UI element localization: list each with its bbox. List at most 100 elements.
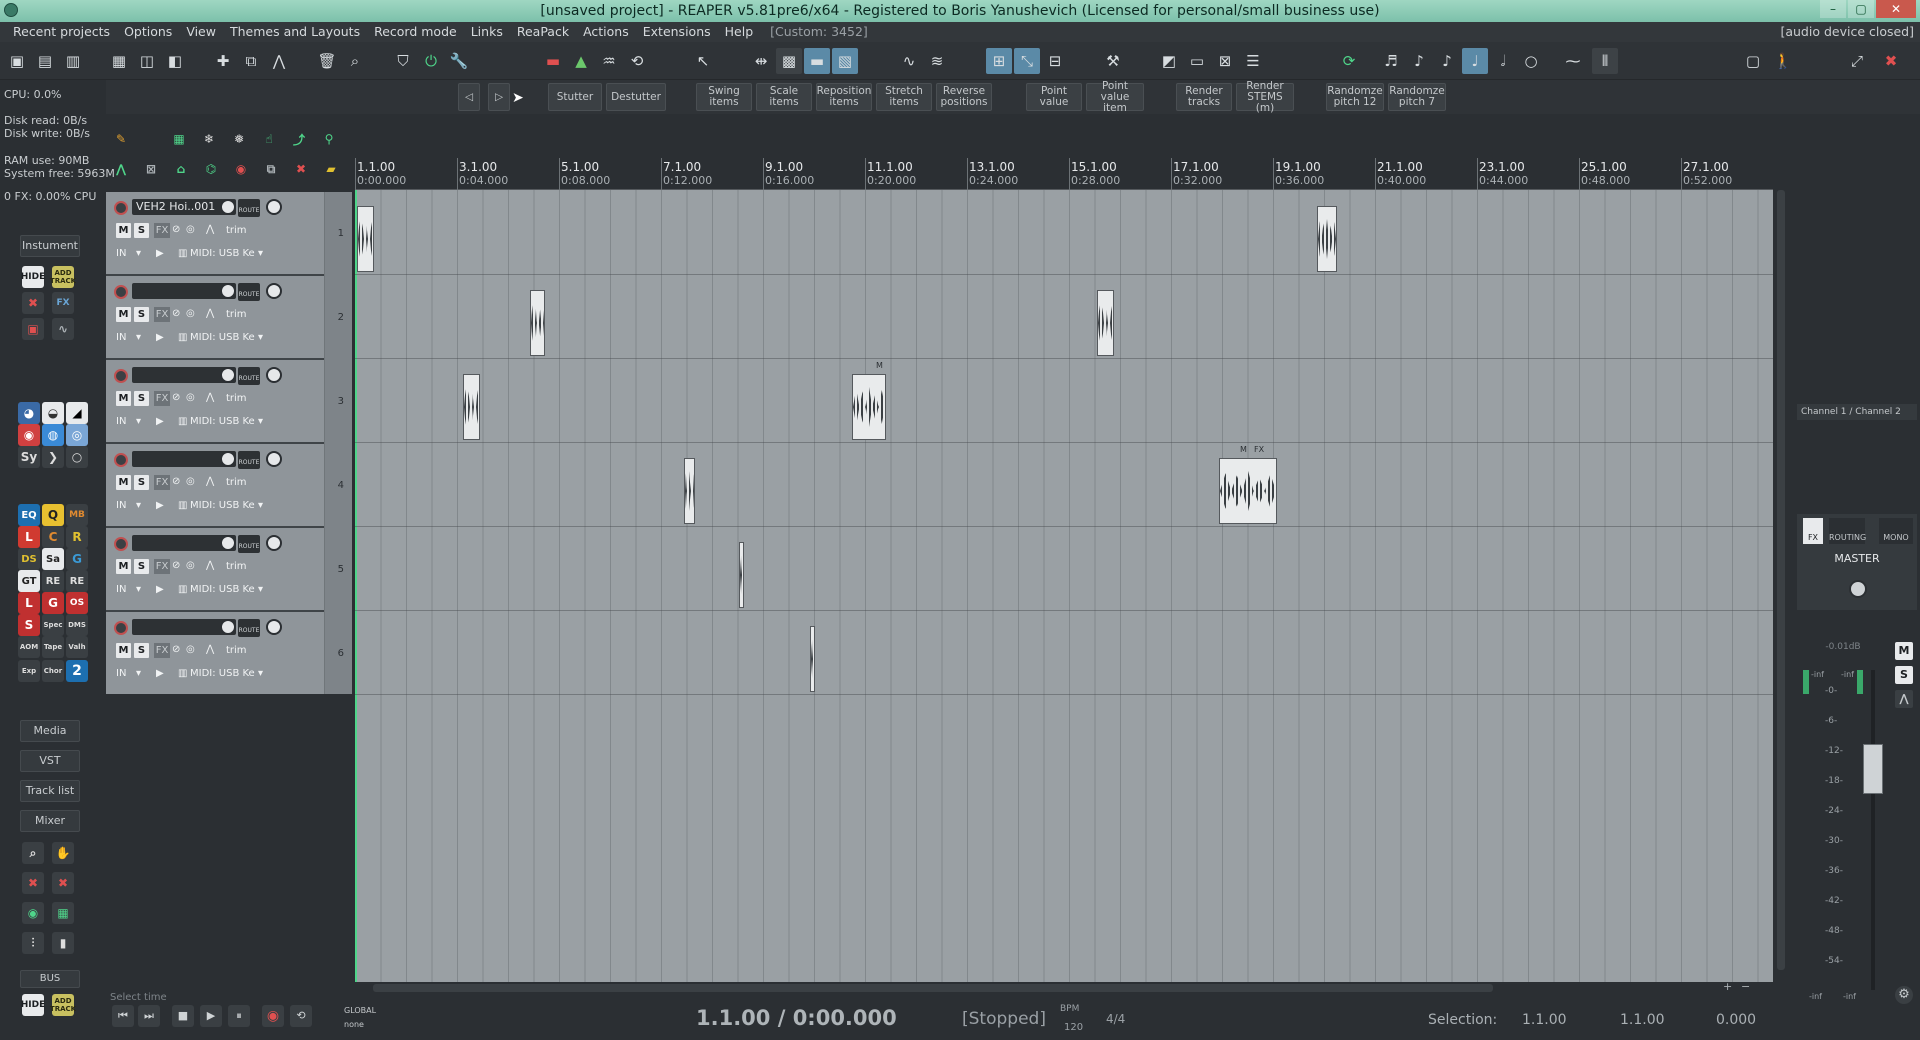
- record-arm-button[interactable]: [114, 201, 128, 215]
- add-track-button-2[interactable]: ADD TRACK: [50, 994, 76, 1016]
- plugin-c-icon[interactable]: C: [42, 526, 64, 548]
- trim-label[interactable]: trim: [226, 645, 247, 656]
- media-item[interactable]: [810, 626, 815, 692]
- record-arm-icon[interactable]: ▬: [540, 48, 566, 74]
- track-6[interactable]: ROUTE M S FX ⊘ ◎ ⋀ trim IN ▾ ▶ ▥ MIDI: U…: [106, 612, 352, 696]
- go-to-end-button[interactable]: ⏭: [138, 1005, 160, 1027]
- plugin-sy-icon[interactable]: Sy: [18, 446, 40, 468]
- media-item[interactable]: [1317, 206, 1337, 272]
- pause-button[interactable]: ⏸: [228, 1005, 250, 1027]
- plugin-ds-icon[interactable]: DS: [18, 548, 40, 570]
- stutter-button[interactable]: Stutter: [548, 83, 602, 111]
- plugin-s-icon[interactable]: S: [18, 614, 40, 636]
- master-volume-readout[interactable]: -0.01dB: [1797, 642, 1889, 656]
- phase-icon[interactable]: ⊘: [172, 308, 180, 319]
- route-button[interactable]: ROUTE: [238, 451, 260, 469]
- repeat-icon[interactable]: ⟳: [1336, 48, 1362, 74]
- monitor-icon[interactable]: ◎: [186, 392, 195, 403]
- note-half-icon[interactable]: 𝅗𝅥: [1490, 48, 1516, 74]
- plugin-piano-icon[interactable]: ◢: [66, 402, 88, 424]
- open-project-icon[interactable]: ◫: [134, 48, 160, 74]
- insert-media-icon[interactable]: ⧉: [238, 48, 264, 74]
- pan-knob[interactable]: [266, 535, 282, 551]
- bus-button[interactable]: BUS: [20, 970, 80, 988]
- ripple-icon[interactable]: ▬: [804, 48, 830, 74]
- reaper-app-icon[interactable]: [4, 3, 18, 17]
- menu-reapack[interactable]: ReaPack: [510, 22, 576, 42]
- point-value-button[interactable]: Point value: [1026, 83, 1082, 111]
- input-label[interactable]: IN: [116, 248, 126, 259]
- reverse-positions-button[interactable]: Reverse positions: [936, 83, 992, 111]
- solo-button[interactable]: S: [134, 223, 149, 238]
- fx-chain-icon[interactable]: FX: [52, 292, 74, 314]
- shift-delete-icon[interactable]: ✖: [52, 872, 74, 894]
- menu-options[interactable]: Options: [117, 22, 179, 42]
- midi-wave-icon[interactable]: ∿: [52, 318, 74, 340]
- shield-icon[interactable]: ⛉: [390, 48, 416, 74]
- zoom-icon[interactable]: ⌕: [22, 842, 44, 864]
- record-arm-button[interactable]: [114, 537, 128, 551]
- network-icon[interactable]: ⌬: [200, 158, 222, 180]
- hide-button[interactable]: HIDE: [21, 266, 45, 288]
- vst-button[interactable]: VST: [20, 750, 80, 772]
- point-value-item-button[interactable]: Point value item: [1086, 80, 1144, 113]
- close-x-icon[interactable]: ✖: [1878, 48, 1904, 74]
- fx-button[interactable]: FX: [154, 475, 170, 490]
- plugin-2-icon[interactable]: 2: [66, 660, 88, 682]
- meter-icon[interactable]: ▮: [52, 932, 74, 954]
- pencil-icon[interactable]: ✎: [110, 128, 132, 150]
- record-arm-button[interactable]: [114, 369, 128, 383]
- solo-button[interactable]: S: [134, 559, 149, 574]
- list-icon[interactable]: ☰: [1240, 48, 1266, 74]
- randomize-pitch-7-button[interactable]: Randomze pitch 7: [1388, 83, 1446, 111]
- record-circle-icon[interactable]: ◉: [230, 158, 252, 180]
- channel-selector[interactable]: Channel 1 / Channel 2: [1797, 404, 1917, 420]
- prev-icon[interactable]: ◁: [458, 83, 480, 111]
- browse-icon[interactable]: ⌕: [342, 48, 368, 74]
- auto-crossfade-icon[interactable]: ⤡: [1014, 48, 1040, 74]
- person-icon[interactable]: 🚶: [1770, 48, 1796, 74]
- plugin-r-icon[interactable]: R: [66, 526, 88, 548]
- fullscreen-icon[interactable]: ⤢: [1844, 48, 1870, 74]
- loop-icon[interactable]: ⟲: [624, 48, 650, 74]
- plugin-dim-chor-icon[interactable]: Chor: [42, 660, 64, 682]
- zoom-out-icon[interactable]: −: [1741, 980, 1750, 993]
- instrument-button[interactable]: Instument: [20, 235, 80, 257]
- pointer-icon[interactable]: ↖: [690, 48, 716, 74]
- repeat-button[interactable]: ⟲: [290, 1005, 312, 1027]
- solo-button[interactable]: S: [134, 307, 149, 322]
- plugin-spec-icon[interactable]: Spec: [42, 614, 64, 636]
- envelope-small-icon[interactable]: ⋀: [206, 308, 214, 319]
- menu-actions[interactable]: Actions: [576, 22, 636, 42]
- master-settings-gear-icon[interactable]: ⚙: [1895, 986, 1913, 1004]
- hammer-icon[interactable]: ⚒: [1100, 48, 1126, 74]
- pan-knob[interactable]: [266, 199, 282, 215]
- fx-button[interactable]: FX: [154, 391, 170, 406]
- randomize-pitch-12-button[interactable]: Randomze pitch 12: [1326, 83, 1384, 111]
- master-routing-button[interactable]: ROUTING: [1829, 518, 1866, 544]
- delete-icon[interactable]: ✖: [22, 292, 44, 314]
- new-project-icon[interactable]: ▦: [106, 48, 132, 74]
- midi-icon[interactable]: ▥: [178, 668, 187, 679]
- volume-knob[interactable]: [220, 367, 236, 383]
- plugin-g-icon[interactable]: G: [66, 548, 88, 570]
- power-icon[interactable]: ⏻: [418, 48, 444, 74]
- menu-help[interactable]: Help: [718, 22, 761, 42]
- input-dropdown-icon[interactable]: ▾: [136, 500, 141, 511]
- global-automation-label[interactable]: GLOBAL: [344, 1006, 376, 1015]
- metronome-icon[interactable]: ◩: [1156, 48, 1182, 74]
- envelope-small-icon[interactable]: ⋀: [206, 644, 214, 655]
- folder-icon[interactable]: ▰: [320, 158, 342, 180]
- menu-view[interactable]: View: [179, 22, 223, 42]
- split-icon[interactable]: ⇹: [748, 48, 774, 74]
- maximize-button[interactable]: ▢: [1848, 0, 1874, 18]
- swing-items-button[interactable]: Swing items: [696, 83, 752, 111]
- go-to-start-button[interactable]: ⏮: [112, 1005, 134, 1027]
- spectral-icon[interactable]: ≋: [924, 48, 950, 74]
- monitor-toggle-icon[interactable]: ▶: [156, 500, 164, 511]
- midi-input-label[interactable]: MIDI: USB Ke: [190, 248, 255, 259]
- route-button[interactable]: ROUTE: [238, 619, 260, 637]
- glue-icon[interactable]: ▩: [776, 48, 802, 74]
- automation-mode-value[interactable]: none: [344, 1020, 364, 1029]
- pan-knob[interactable]: [266, 283, 282, 299]
